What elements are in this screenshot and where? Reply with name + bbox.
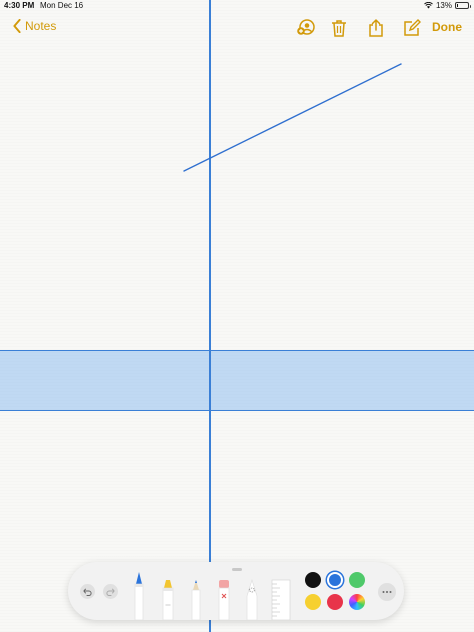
lasso-tool[interactable] [244,578,260,620]
color-swatch-blue[interactable] [327,572,343,588]
ruler-tool[interactable] [271,578,291,620]
marker-tool[interactable] [160,578,176,620]
color-swatch-yellow[interactable] [305,594,321,610]
pencil-tool[interactable] [189,578,203,620]
undo-icon [83,588,92,596]
ink-layer [183,63,402,172]
redo-icon [106,588,115,596]
color-swatch-red[interactable] [327,594,343,610]
redo-button[interactable] [103,584,118,599]
more-options-button[interactable] [378,583,396,601]
color-picker-multicolor[interactable] [349,594,365,610]
undo-button[interactable] [80,584,95,599]
ink-stroke [183,63,402,172]
ellipsis-icon [382,591,392,593]
color-swatch-green[interactable] [349,572,365,588]
pen-tool[interactable] [132,570,146,620]
eraser-tool[interactable] [216,578,232,620]
color-swatch-black[interactable] [305,572,321,588]
palette-grabber[interactable] [232,568,242,571]
